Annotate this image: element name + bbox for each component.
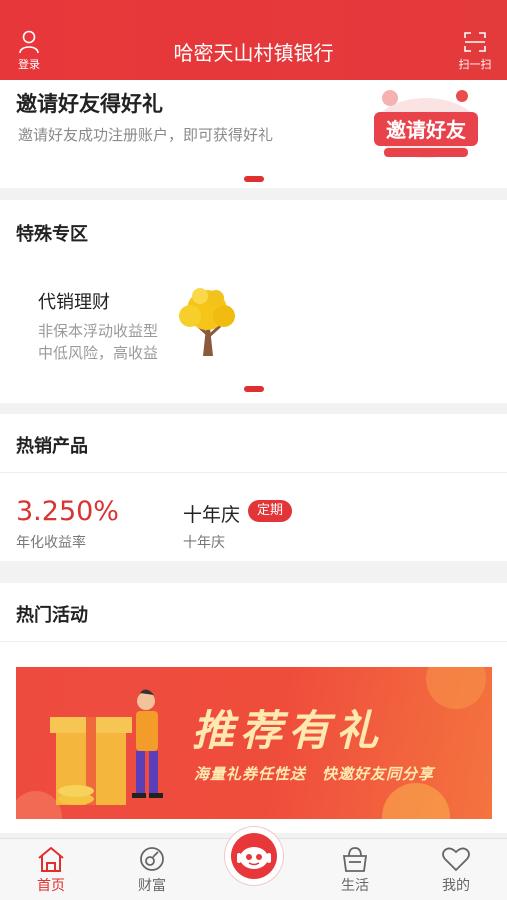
wealth-product-desc-1: 非保本浮动收益型 — [38, 322, 159, 340]
wealth-icon — [140, 847, 164, 871]
scan-label: 扫一扫 — [458, 58, 492, 71]
assistant-button[interactable] — [225, 827, 283, 885]
section-divider-2 — [0, 641, 507, 642]
app-header: 登录 哈密天山村镇银行 扫一扫 — [0, 0, 507, 80]
bottom-tab-bar: 首页 财富 生活 我的 — [0, 827, 507, 900]
shopping-basket-icon — [342, 847, 368, 872]
wealth-product-desc-2: 中低风险，高收益 — [38, 344, 159, 362]
invite-subtitle: 邀请好友成功注册账户，即可获得好礼 — [18, 126, 274, 144]
tab-wealth-label: 财富 — [138, 878, 166, 894]
referral-banner-subtitle: 海量礼券任性送 快邀好友同分享 — [194, 765, 435, 783]
money-tree-icon — [179, 288, 235, 356]
heart-icon — [442, 847, 470, 872]
robot-assistant-icon — [231, 833, 277, 879]
tab-mine-label: 我的 — [442, 878, 470, 894]
hot-activities-title: 热门活动 — [16, 605, 88, 626]
invite-card[interactable]: 邀请好友得好礼 邀请好友成功注册账户，即可获得好礼 邀请好友 — [0, 80, 507, 188]
section-divider — [0, 472, 507, 473]
referral-banner[interactable]: 推荐有礼 海量礼券任性送 快邀好友同分享 — [16, 667, 492, 819]
special-zone-title: 特殊专区 — [16, 224, 88, 245]
tab-wealth[interactable]: 财富 — [122, 845, 182, 895]
tab-home-label: 首页 — [37, 878, 65, 894]
hot-activities-card: 热门活动 推荐有礼 海量礼券任性送 快邀好友同分享 — [0, 583, 507, 833]
home-icon — [38, 846, 64, 872]
product-rate: 3.250% — [16, 496, 119, 527]
invite-title: 邀请好友得好礼 — [16, 92, 163, 116]
wealth-product-title[interactable]: 代销理财 — [38, 288, 110, 314]
product-term-badge: 定期 — [248, 500, 293, 522]
tab-mine[interactable]: 我的 — [426, 845, 486, 895]
product-subtitle: 十年庆 — [183, 535, 225, 551]
tab-life-label: 生活 — [341, 878, 369, 894]
invite-banner-image: 邀请好友 — [374, 90, 478, 158]
carousel-indicator — [244, 176, 264, 182]
tab-life[interactable]: 生活 — [325, 845, 385, 895]
scan-button[interactable]: 扫一扫 — [455, 30, 495, 71]
carousel-indicator-2 — [244, 386, 264, 392]
scan-icon — [464, 32, 486, 52]
hot-products-card[interactable]: 热销产品 3.250% 年化收益率 十年庆 定期 十年庆 — [0, 414, 507, 561]
product-name: 十年庆 — [183, 504, 241, 526]
hot-products-title: 热销产品 — [16, 436, 88, 457]
invite-banner-text: 邀请好友 — [386, 118, 466, 142]
page-title: 哈密天山村镇银行 — [173, 41, 334, 65]
product-rate-label: 年化收益率 — [16, 535, 86, 551]
special-zone-card: 特殊专区 代销理财 非保本浮动收益型 中低风险，高收益 — [0, 200, 507, 403]
referral-banner-title: 推荐有礼 — [192, 706, 385, 755]
tab-home[interactable]: 首页 — [21, 845, 81, 895]
